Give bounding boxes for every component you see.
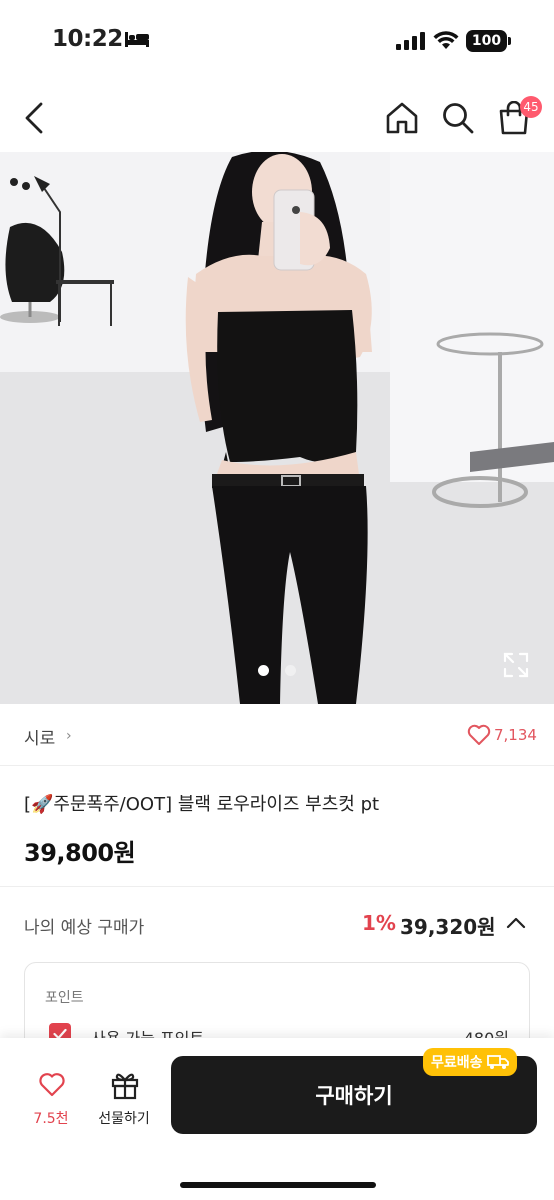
bottom-action-bar: 7.5천 선물하기 구매하기 무료배송 — [0, 1038, 554, 1200]
chevron-up-icon[interactable] — [506, 915, 526, 929]
home-button[interactable] — [382, 98, 422, 138]
cell-signal-icon — [396, 32, 425, 50]
back-button[interactable] — [14, 98, 54, 138]
product-image[interactable] — [0, 152, 554, 704]
status-time: 10:22 — [52, 26, 123, 52]
home-icon — [386, 102, 418, 134]
heart-icon — [39, 1073, 65, 1097]
product-photo — [0, 152, 554, 704]
gift-button[interactable]: 선물하기 — [92, 1068, 156, 1128]
battery-indicator: 100 — [466, 30, 507, 52]
like-count: 7,134 — [494, 726, 537, 744]
free-shipping-badge: 무료배송 — [423, 1048, 517, 1076]
pagination-dot-active[interactable] — [258, 665, 269, 676]
chevron-right-icon: › — [66, 728, 72, 744]
pagination-dot[interactable] — [285, 665, 296, 676]
truck-icon — [486, 1055, 509, 1069]
search-icon — [443, 103, 474, 134]
heart-icon[interactable] — [467, 724, 491, 746]
expected-price: 39,320원 — [400, 915, 496, 939]
gift-label: 선물하기 — [98, 1111, 150, 1127]
back-icon — [25, 102, 43, 134]
nav-bar — [0, 80, 554, 152]
gallery-pagination — [258, 665, 296, 676]
sleep-focus-icon — [125, 32, 149, 47]
like-button[interactable]: 7.5천 — [26, 1068, 76, 1128]
battery-tip — [508, 37, 511, 45]
section-divider — [0, 886, 554, 887]
wifi-icon — [433, 31, 459, 49]
status-bar: 10:22 100 — [0, 0, 554, 80]
expected-price-label: 나의 예상 구매가 — [24, 918, 145, 938]
product-title: [🚀주문폭주/OOT] 블랙 로우라이즈 부츠컷 pt — [24, 794, 380, 815]
product-price: 39,800원 — [24, 839, 136, 867]
cart-count-badge: 45 — [520, 96, 542, 118]
free-shipping-label: 무료배송 — [431, 1055, 483, 1071]
search-button[interactable] — [438, 98, 478, 138]
gift-icon — [111, 1073, 139, 1100]
brand-row[interactable]: 시로 › 7,134 — [0, 706, 554, 766]
brand-name[interactable]: 시로 — [24, 724, 55, 749]
home-indicator — [180, 1182, 376, 1188]
points-title: 포인트 — [45, 990, 84, 1006]
discount-percent: 1% — [362, 911, 396, 935]
like-button-count: 7.5천 — [33, 1111, 69, 1127]
expand-icon[interactable] — [503, 652, 529, 678]
